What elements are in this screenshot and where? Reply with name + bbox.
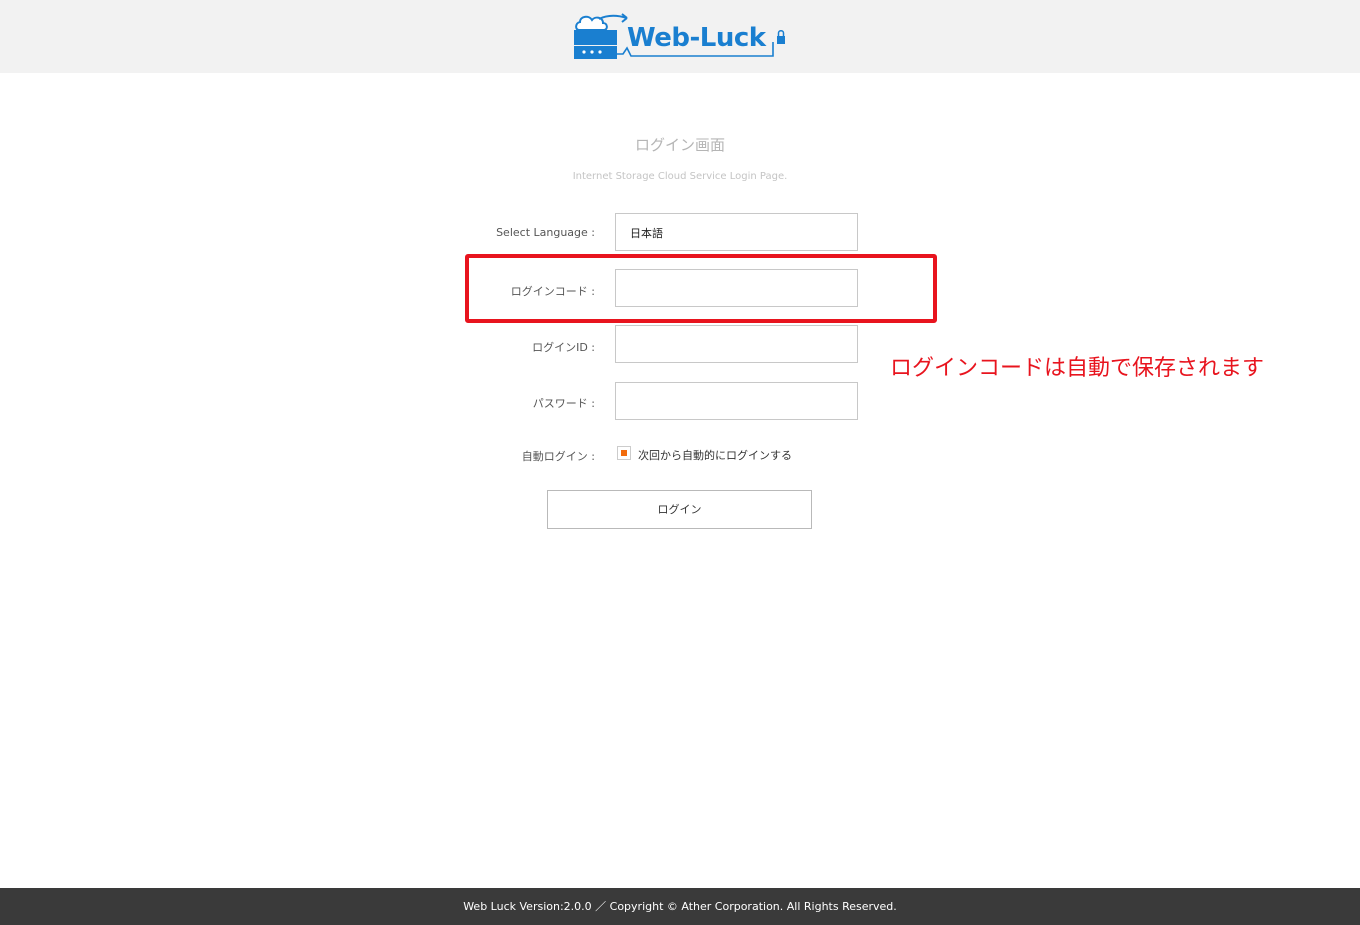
page-subtitle: Internet Storage Cloud Service Login Pag…	[572, 171, 788, 182]
header-bar: Web-Luck	[0, 0, 1360, 73]
auto-login-label: 自動ログイン :	[521, 450, 595, 463]
login-code-highlight-box	[465, 254, 937, 323]
login-id-label: ログインID :	[532, 341, 595, 354]
language-select[interactable]: 日本語	[615, 213, 858, 251]
web-luck-logo[interactable]: Web-Luck	[573, 12, 793, 62]
password-label: パスワード :	[532, 397, 595, 410]
password-input[interactable]	[616, 383, 857, 419]
auto-login-checkbox[interactable]	[617, 446, 631, 460]
password-field-wrapper	[615, 382, 858, 420]
login-id-input[interactable]	[616, 326, 857, 362]
footer-copyright: Web Luck Version:2.0.0 ／ Copyright © Ath…	[0, 888, 1360, 925]
language-select-value: 日本語	[630, 227, 663, 240]
logo-text: Web-Luck	[627, 23, 766, 53]
login-id-field-wrapper	[615, 325, 858, 363]
language-label: Select Language :	[496, 226, 595, 239]
annotation-text: ログインコードは自動で保存されます	[890, 356, 1265, 381]
checkbox-checked-mark	[621, 450, 627, 456]
login-button[interactable]: ログイン	[547, 490, 812, 529]
auto-login-checkbox-label[interactable]: 次回から自動的にログインする	[638, 447, 792, 463]
page-title: ログイン画面	[634, 136, 725, 154]
